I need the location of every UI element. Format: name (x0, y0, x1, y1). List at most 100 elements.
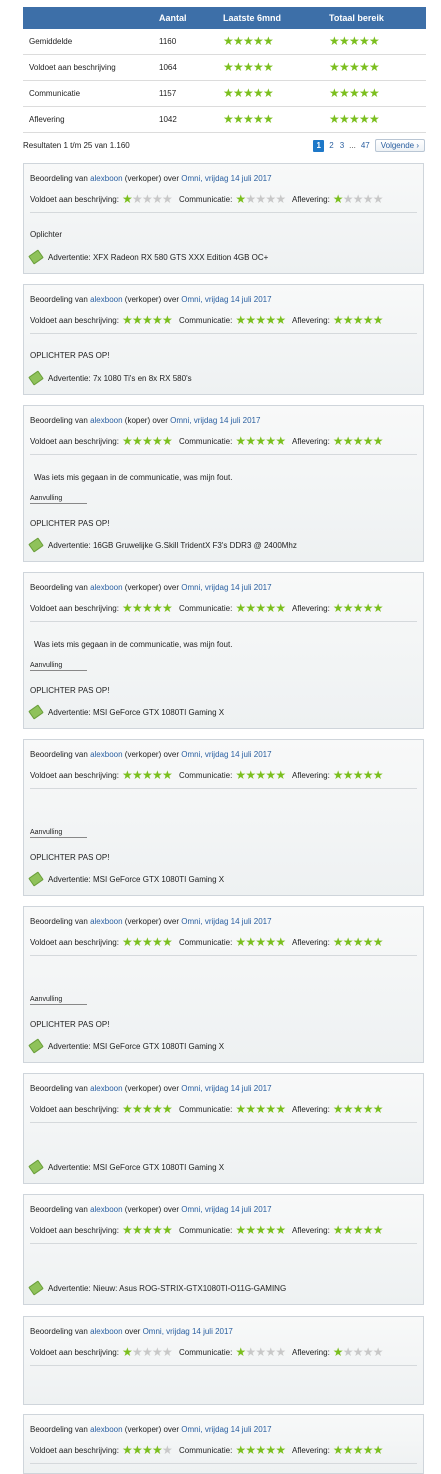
review-date[interactable]: vrijdag 14 juli 2017 (194, 416, 261, 425)
header-last-6-months: Laatste 6mnd (223, 7, 329, 29)
rating-label: Voldoet aan beschrijving: (30, 195, 119, 204)
review-date[interactable]: vrijdag 14 juli 2017 (205, 1084, 272, 1093)
star-filled-icon: ★ (369, 86, 380, 100)
star-filled-icon: ★ (362, 1223, 374, 1237)
review-over: over (163, 750, 180, 759)
shop-link[interactable]: Omni, (181, 295, 202, 304)
review-ratings: Voldoet aan beschrijving: ★★★★★ Communicat… (30, 1443, 417, 1464)
review-date[interactable]: vrijdag 14 juli 2017 (205, 750, 272, 759)
advert-prefix: Advertentie: (48, 540, 91, 550)
reviewer-link[interactable]: alexboon (90, 416, 122, 425)
reviewer-link[interactable]: alexboon (90, 174, 122, 183)
reviewer-link[interactable]: alexboon (90, 1425, 122, 1434)
reviewer-link[interactable]: alexboon (90, 583, 122, 592)
star-filled-icon: ★ (263, 34, 274, 48)
page-link-last[interactable]: 47 (360, 141, 371, 150)
star-filled-icon: ★ (352, 313, 364, 327)
review-ratings: Voldoet aan beschrijving: ★★★★★ Communicat… (30, 601, 417, 622)
star-filled-icon: ★ (255, 313, 267, 327)
review-reply: OPLICHTER PAS OP! (30, 1020, 110, 1029)
review-date[interactable]: vrijdag 14 juli 2017 (205, 917, 272, 926)
star-filled-icon: ★ (359, 34, 370, 48)
star-filled-icon: ★ (161, 1223, 173, 1237)
row-last-6-months: ★★★★★ (223, 80, 329, 107)
advert-title[interactable]: MSI GeForce GTX 1080TI Gaming X (93, 1163, 224, 1172)
shop-link[interactable]: Omni, (181, 174, 202, 183)
shop-link[interactable]: Omni, (181, 1084, 202, 1093)
review-reply: OPLICHTER PAS OP! (30, 686, 110, 695)
advert-title[interactable]: 7x 1080 Ti's en 8x RX 580's (93, 374, 192, 383)
shop-link[interactable]: Omni, (181, 583, 202, 592)
star-rating: ★★★★★ (235, 434, 286, 448)
advert-title[interactable]: XFX Radeon RX 580 GTS XXX Edition 4GB OC… (93, 253, 268, 262)
reviewer-link[interactable]: alexboon (90, 295, 122, 304)
star-filled-icon: ★ (349, 60, 360, 74)
shop-link[interactable]: Omni, (143, 1327, 164, 1336)
review-date[interactable]: vrijdag 14 juli 2017 (205, 295, 272, 304)
star-filled-icon: ★ (362, 768, 374, 782)
reviewer-link[interactable]: alexboon (90, 1327, 122, 1336)
advert-prefix: Advertentie: (48, 874, 91, 884)
star-filled-icon: ★ (151, 601, 163, 615)
review-prefix: Beoordeling van (30, 1084, 88, 1093)
review-over: over (163, 295, 180, 304)
review-ratings: Voldoet aan beschrijving: ★★★★★ Communicat… (30, 768, 417, 789)
star-rating: ★★★★★ (235, 1224, 286, 1236)
page-current[interactable]: 1 (313, 139, 325, 152)
rating-description: Voldoet aan beschrijving: ★★★★★ (30, 192, 173, 206)
addition-label: Aanvulling (30, 495, 87, 504)
star-filled-icon: ★ (243, 60, 254, 74)
star-filled-icon: ★ (255, 434, 267, 448)
shop-link[interactable]: Omni, (181, 1425, 202, 1434)
reviewer-link[interactable]: alexboon (90, 1084, 122, 1093)
next-page-button[interactable]: Volgende › (374, 139, 425, 152)
star-filled-icon: ★ (275, 601, 287, 615)
star-filled-icon: ★ (151, 1443, 163, 1457)
advert-title[interactable]: MSI GeForce GTX 1080TI Gaming X (93, 875, 224, 884)
advert-title[interactable]: MSI GeForce GTX 1080TI Gaming X (93, 708, 224, 717)
reviewer-link[interactable]: alexboon (90, 917, 122, 926)
review-date[interactable]: vrijdag 14 juli 2017 (205, 174, 272, 183)
shop-link[interactable]: Omni, (181, 1205, 202, 1214)
rating-description: Voldoet aan beschrijving: ★★★★★ (30, 435, 173, 447)
shop-link[interactable]: Omni, (170, 416, 191, 425)
star-filled-icon: ★ (151, 768, 163, 782)
review-over: over (163, 1205, 180, 1214)
row-total-range: ★★★★★ (329, 80, 426, 107)
row-label: Communicatie (23, 80, 159, 107)
review-date[interactable]: vrijdag 14 juli 2017 (205, 583, 272, 592)
star-filled-icon: ★ (275, 1443, 287, 1457)
star-rating: ★★★★★ (333, 1444, 384, 1456)
star-filled-icon: ★ (255, 1443, 267, 1457)
reviewer-link[interactable]: alexboon (90, 1205, 122, 1214)
reviewer-role: (verkoper) (124, 1205, 162, 1214)
review-header: Beoordeling van alexboon (verkoper) over… (30, 750, 272, 759)
advert-title[interactable]: Nieuw: Asus ROG-STRIX-GTX1080TI-O11G-GAM… (93, 1284, 286, 1293)
star-filled-icon: ★ (121, 192, 133, 206)
advert-title[interactable]: MSI GeForce GTX 1080TI Gaming X (93, 1042, 224, 1051)
star-empty-icon: ★ (342, 192, 354, 206)
star-filled-icon: ★ (121, 935, 133, 949)
review-ratings: Voldoet aan beschrijving: ★★★★★ Communicat… (30, 935, 417, 956)
advert-title[interactable]: 16GB Gruwelijke G.Skill TridentX F3's DD… (93, 541, 297, 550)
review-ratings: Voldoet aan beschrijving: ★★★★★ Communicat… (30, 434, 417, 455)
header-count: Aantal (159, 7, 223, 29)
shop-link[interactable]: Omni, (181, 750, 202, 759)
shop-link[interactable]: Omni, (181, 917, 202, 926)
star-filled-icon: ★ (245, 1102, 257, 1116)
star-filled-icon: ★ (349, 34, 360, 48)
page-link-3[interactable]: 3 (339, 141, 345, 150)
review-date[interactable]: vrijdag 14 juli 2017 (205, 1205, 272, 1214)
star-filled-icon: ★ (131, 601, 143, 615)
review-date[interactable]: vrijdag 14 juli 2017 (166, 1327, 233, 1336)
review-date[interactable]: vrijdag 14 juli 2017 (205, 1425, 272, 1434)
rating-delivery: Aflevering: ★★★★★ (292, 768, 384, 782)
reviewer-link[interactable]: alexboon (90, 750, 122, 759)
star-rating: ★★★★★ (333, 192, 384, 206)
advert-line: Advertentie: 7x 1080 Ti's en 8x RX 580's (28, 370, 192, 386)
page-link-2[interactable]: 2 (328, 141, 334, 150)
rating-communication: Communicatie: ★★★★★ (179, 601, 287, 615)
star-filled-icon: ★ (223, 86, 234, 100)
rating-label: Aflevering: (292, 938, 330, 947)
advert-line: Advertentie: MSI GeForce GTX 1080TI Gami… (28, 1038, 224, 1054)
